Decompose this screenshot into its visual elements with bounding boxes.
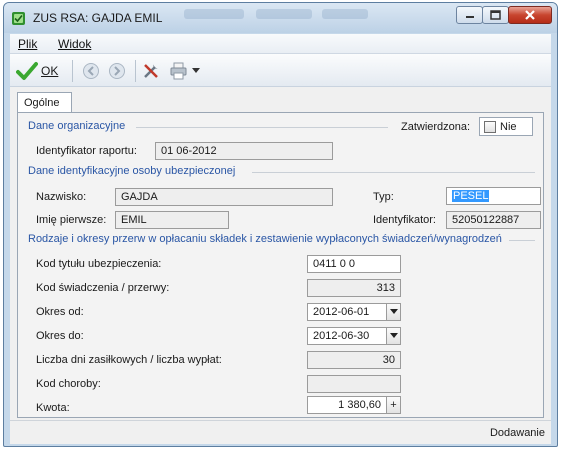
back-arrow-icon: [83, 63, 99, 79]
type-label: Typ:: [373, 191, 394, 203]
app-window: ZUS RSA: GAJDA EMIL Plik Widok OK Ogólne…: [3, 2, 558, 447]
period-from-label: Okres od:: [36, 306, 84, 318]
benefit-code-field[interactable]: 313: [307, 279, 401, 297]
divider: [509, 240, 535, 241]
tools-icon: [144, 64, 158, 78]
surname-label: Nazwisko:: [36, 191, 87, 203]
section-heading-person: Dane identyfikacyjne osoby ubezpieczonej: [28, 165, 236, 177]
close-button[interactable]: [508, 6, 552, 24]
days-label: Liczba dni zasiłkowych / liczba wypłat:: [36, 354, 222, 366]
status-bar: Dodawanie: [10, 420, 551, 444]
print-button[interactable]: [169, 60, 203, 82]
forward-arrow-icon: [109, 63, 125, 79]
approved-label: Zatwierdzona:: [401, 121, 471, 133]
forward-button[interactable]: [108, 60, 128, 82]
days-field[interactable]: 30: [307, 351, 401, 369]
illness-code-label: Kod choroby:: [36, 378, 101, 390]
benefit-code-label: Kod świadczenia / przerwy:: [36, 282, 170, 294]
tab-panel: Dane organizacyjne Zatwierdzona: Nie Ide…: [17, 112, 544, 418]
status-mode: Dodawanie: [489, 427, 545, 439]
background-title-blur: [184, 9, 244, 19]
insurance-code-field[interactable]: 0411 0 0: [307, 255, 401, 273]
app-icon: [12, 12, 25, 25]
period-to-dropdown-button[interactable]: [386, 327, 401, 345]
menu-item-label: Plik: [18, 37, 38, 51]
content-area: Ogólne Dane organizacyjne Zatwierdzona: …: [10, 87, 551, 420]
chevron-down-icon: [192, 68, 200, 73]
report-id-label: Identyfikator raportu:: [36, 145, 137, 157]
menu-bar: Plik Widok: [10, 34, 551, 54]
background-title-blur: [322, 9, 368, 19]
chevron-down-icon: [389, 309, 398, 314]
toolbar-separator: [135, 60, 136, 82]
close-icon: [525, 10, 535, 20]
period-from-field[interactable]: 2012-06-01: [307, 303, 387, 321]
illness-code-field[interactable]: [307, 375, 401, 393]
type-value: PESEL: [452, 190, 490, 202]
ok-button[interactable]: OK: [16, 60, 66, 82]
ok-label: OK: [41, 64, 59, 78]
approved-checkbox[interactable]: Nie: [479, 117, 533, 136]
type-field[interactable]: PESEL: [446, 187, 541, 205]
identifier-label: Identyfikator:: [373, 214, 436, 226]
section-heading-breaks: Rodzaje i okresy przerw w opłacaniu skła…: [28, 233, 502, 245]
chevron-down-icon: [389, 333, 398, 338]
window-title: ZUS RSA: GAJDA EMIL: [33, 11, 163, 25]
identifier-field[interactable]: 52050122887: [446, 211, 541, 229]
period-to-label: Okres do:: [36, 330, 84, 342]
amount-label: Kwota:: [36, 402, 70, 414]
background-title-blur: [256, 9, 312, 19]
amount-field[interactable]: 1 380,60: [307, 396, 387, 414]
minimize-icon: [465, 16, 474, 18]
title-bar[interactable]: ZUS RSA: GAJDA EMIL: [4, 3, 557, 33]
printer-icon: [170, 62, 187, 80]
minimize-button[interactable]: [456, 6, 483, 24]
period-from-dropdown-button[interactable]: [386, 303, 401, 321]
section-heading-org: Dane organizacyjne: [28, 120, 126, 132]
report-id-field[interactable]: 01 06-2012: [155, 142, 333, 160]
tab-ogolne[interactable]: Ogólne: [17, 92, 72, 113]
divider: [252, 172, 535, 173]
firstname-field[interactable]: EMIL: [115, 211, 229, 229]
tools-button[interactable]: [141, 60, 163, 82]
checkmark-icon: [16, 62, 38, 80]
back-button[interactable]: [82, 60, 102, 82]
amount-calculator-button[interactable]: +: [386, 396, 401, 414]
insurance-code-label: Kod tytułu ubezpieczenia:: [36, 258, 162, 270]
maximize-icon: [490, 10, 501, 20]
maximize-button[interactable]: [482, 6, 509, 24]
toolbar: OK: [10, 54, 551, 87]
divider: [136, 127, 388, 128]
firstname-label: Imię pierwsze:: [36, 214, 107, 226]
period-to-field[interactable]: 2012-06-30: [307, 327, 387, 345]
checkbox-square: [484, 120, 496, 133]
surname-field[interactable]: GAJDA: [115, 188, 333, 206]
approved-value: Nie: [500, 120, 517, 133]
toolbar-separator: [72, 60, 73, 82]
menu-item-plik[interactable]: Plik: [18, 37, 37, 51]
menu-item-label: Widok: [58, 37, 92, 51]
menu-item-widok[interactable]: Widok: [58, 37, 91, 51]
